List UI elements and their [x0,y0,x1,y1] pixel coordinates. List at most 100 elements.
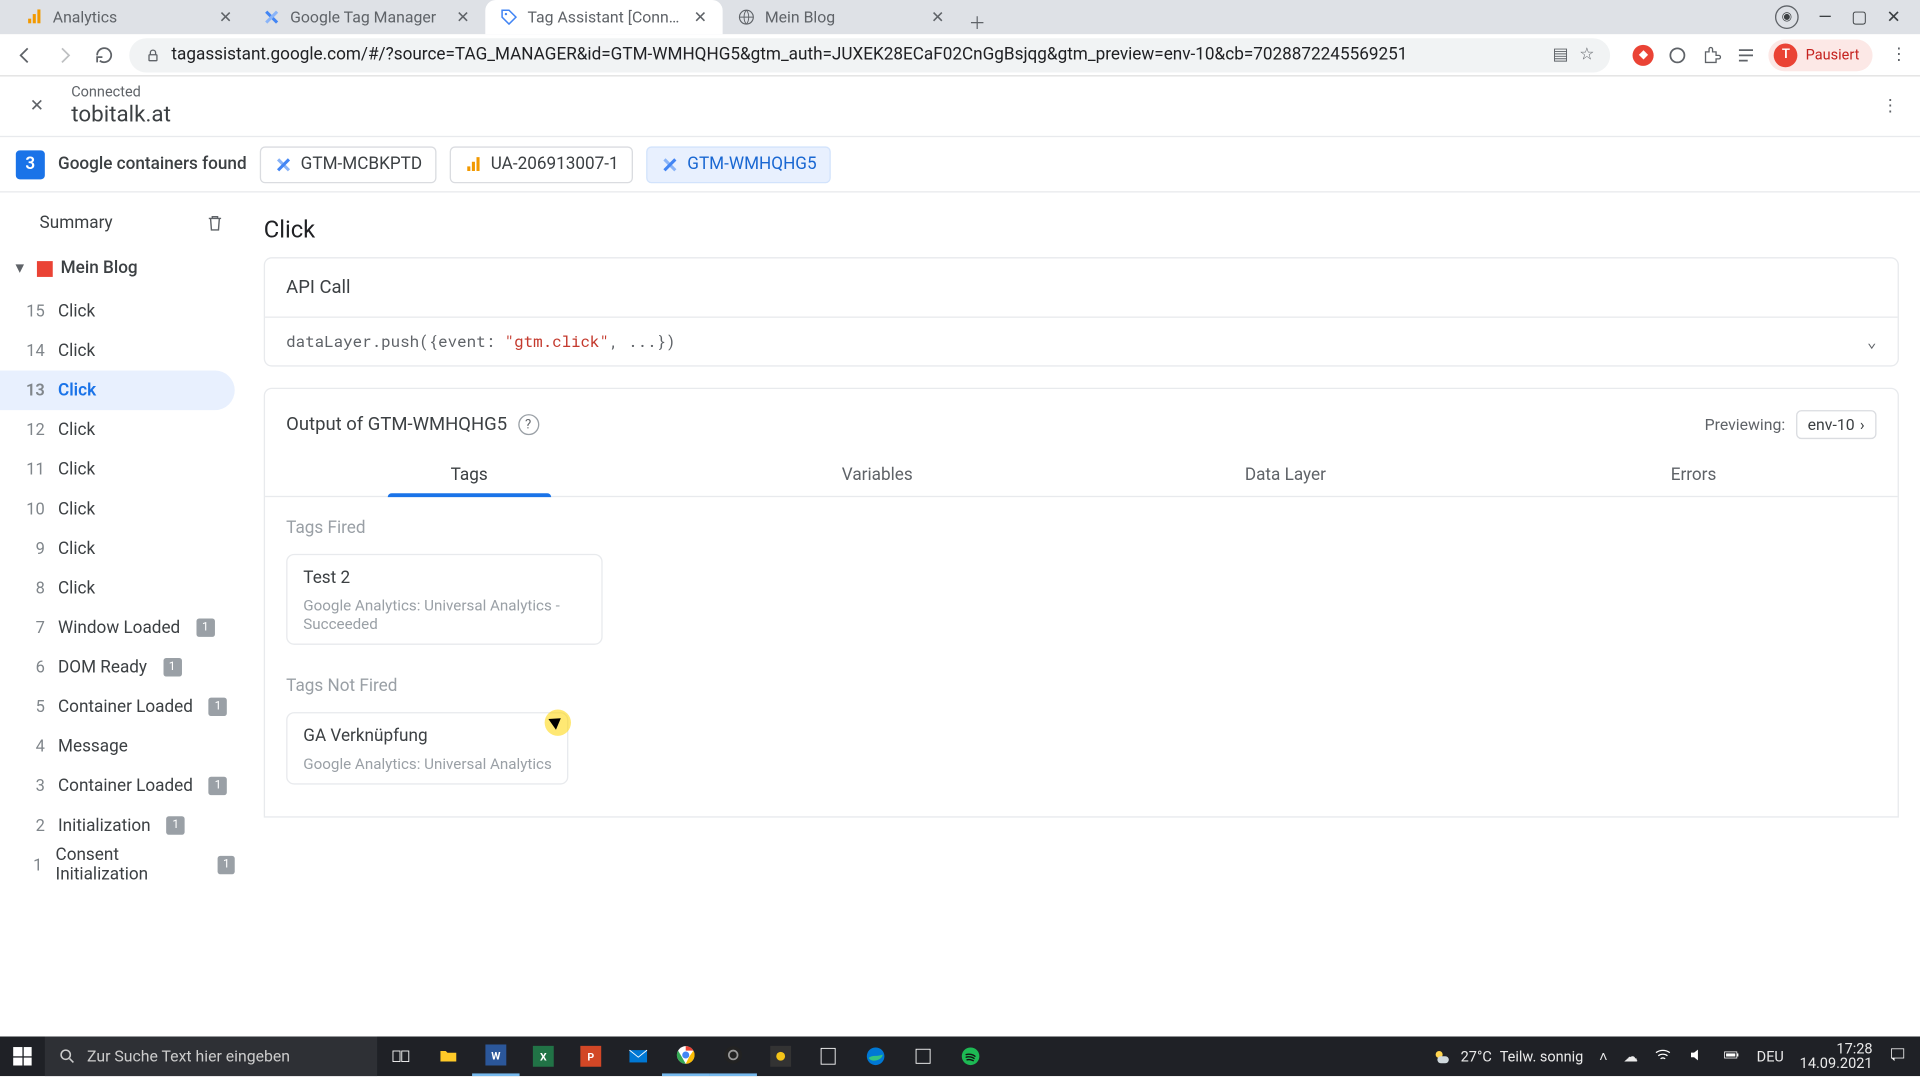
tag-card-not-fired[interactable]: GA Verknüpfung Google Analytics: Univers… [286,712,569,785]
app-icon[interactable] [899,1036,946,1076]
edge-icon[interactable] [852,1036,899,1076]
event-label: Click [58,341,95,361]
reload-button[interactable] [90,40,119,69]
address-bar[interactable]: tagassistant.google.com/#/?source=TAG_MA… [129,38,1610,72]
app-icon[interactable] [757,1036,804,1076]
extension-icon[interactable]: ◆ [1632,43,1656,67]
tab-variables[interactable]: Variables [673,455,1081,496]
powerpoint-icon[interactable]: P [567,1036,614,1076]
taskview-icon[interactable] [377,1036,424,1076]
event-number: 8 [16,578,45,598]
explorer-icon[interactable] [425,1036,472,1076]
spotify-icon[interactable] [947,1036,994,1076]
tray-wifi-icon[interactable] [1654,1045,1672,1067]
tag-card-fired[interactable]: Test 2 Google Analytics: Universal Analy… [286,554,602,645]
container-chip[interactable]: GTM-MCBKPTD [260,146,437,183]
obs-icon[interactable] [709,1036,756,1076]
chevron-down-icon: ▾ [11,259,29,277]
event-item[interactable]: 15Click [0,291,235,331]
chrome-profile-icon[interactable]: ◉ [1775,5,1799,29]
star-icon[interactable]: ☆ [1579,45,1594,65]
reading-list-icon[interactable] [1734,43,1758,67]
tray-battery-icon[interactable] [1722,1045,1740,1067]
event-badge: 1 [196,618,214,636]
close-icon[interactable]: ✕ [21,90,53,122]
event-item[interactable]: 7Window Loaded1 [0,608,235,648]
tag-name: GA Verknüpfung [303,727,552,747]
browser-tab-blog[interactable]: Mein Blog ✕ [723,0,960,34]
chrome-icon[interactable] [662,1036,709,1076]
chevron-right-icon: › [1860,415,1865,433]
mail-icon[interactable] [615,1036,662,1076]
tray-chevron-icon[interactable]: ˄ [1599,1048,1607,1065]
close-icon[interactable]: ✕ [928,8,946,26]
event-label: Container Loaded [58,697,193,717]
chrome-menu-icon[interactable]: ⋮ [1888,45,1909,65]
tray-clock[interactable]: 17:28 14.09.2021 [1800,1042,1873,1071]
event-item[interactable]: 6DOM Ready1 [0,647,235,687]
api-call-row[interactable]: dataLayer.push({event: "gtm.click", ...}… [265,318,1898,365]
taskbar-search[interactable]: Zur Suche Text hier eingeben [45,1036,377,1076]
window-close-button[interactable]: ✕ [1886,7,1902,27]
tray-language[interactable]: DEU [1757,1048,1784,1065]
new-tab-button[interactable]: ＋ [960,9,994,34]
event-item[interactable]: 8Click [0,568,235,608]
weather-widget[interactable]: 27°C Teilw. sonnig [1432,1046,1584,1067]
url-text: tagassistant.google.com/#/?source=TAG_MA… [171,45,1542,65]
event-item[interactable]: 5Container Loaded1 [0,687,235,727]
more-menu-icon[interactable]: ⋮ [1882,96,1899,116]
tray-notifications-icon[interactable] [1888,1045,1906,1067]
event-item[interactable]: 13Click [0,371,235,411]
extension-icon[interactable] [1666,43,1690,67]
event-item[interactable]: 4Message [0,727,235,767]
event-item[interactable]: 11Click [0,450,235,490]
tab-tags[interactable]: Tags [265,455,673,496]
tab-errors[interactable]: Errors [1489,455,1897,496]
browser-tab-analytics[interactable]: Analytics ✕ [11,0,248,34]
minimize-button[interactable]: — [1817,7,1833,27]
env-selector[interactable]: env-10› [1796,410,1877,439]
event-item[interactable]: 1Consent Initialization1 [0,845,235,885]
api-call-card: API Call dataLayer.push({event: "gtm.cli… [264,257,1899,366]
tags-fired-heading: Tags Fired [265,497,1898,543]
word-icon[interactable]: W [472,1036,519,1076]
container-chip-selected[interactable]: GTM-WMHQHG5 [646,146,831,183]
event-item[interactable]: 14Click [0,331,235,371]
forward-button[interactable] [50,40,79,69]
excel-icon[interactable]: X [520,1036,567,1076]
browser-tab-gtm[interactable]: Google Tag Manager ✕ [248,0,485,34]
back-button[interactable] [11,40,40,69]
event-item[interactable]: 10Click [0,489,235,529]
close-icon[interactable]: ✕ [216,8,234,26]
close-icon[interactable]: ✕ [454,8,472,26]
event-item[interactable]: 3Container Loaded1 [0,766,235,806]
svg-text:X: X [540,1051,547,1064]
help-icon[interactable]: ? [518,414,539,435]
tab-datalayer[interactable]: Data Layer [1081,455,1489,496]
event-number: 2 [16,816,45,836]
tray-onedrive-icon[interactable]: ☁ [1623,1048,1638,1065]
translate-icon[interactable]: ▤ [1553,45,1569,65]
event-item[interactable]: 12Click [0,410,235,450]
event-label: Click [58,460,95,480]
tray-volume-icon[interactable] [1688,1045,1706,1067]
container-chip[interactable]: UA-206913007-1 [450,146,633,183]
windows-taskbar: Zur Suche Text hier eingeben W X P 27°C … [0,1036,1920,1076]
trash-icon[interactable] [203,211,227,235]
main-panel: Click API Call dataLayer.push({event: "g… [243,193,1920,1077]
summary-link[interactable]: Summary [40,213,113,233]
extensions-puzzle-icon[interactable] [1700,43,1724,67]
debug-source-row[interactable]: ▾ Mein Blog [0,251,243,287]
close-icon[interactable]: ✕ [691,8,709,26]
browser-tab-tagassistant[interactable]: Tag Assistant [Connected] ✕ [485,0,722,34]
maximize-button[interactable]: ▢ [1851,7,1867,27]
lock-icon [145,47,161,63]
event-number: 7 [16,618,45,638]
event-label: Click [58,499,95,519]
event-item[interactable]: 2Initialization1 [0,806,235,846]
start-button[interactable] [0,1036,45,1076]
profile-button[interactable]: T Pausiert [1769,39,1873,71]
app-icon[interactable] [804,1036,851,1076]
event-item[interactable]: 9Click [0,529,235,569]
event-label: Click [58,301,95,321]
